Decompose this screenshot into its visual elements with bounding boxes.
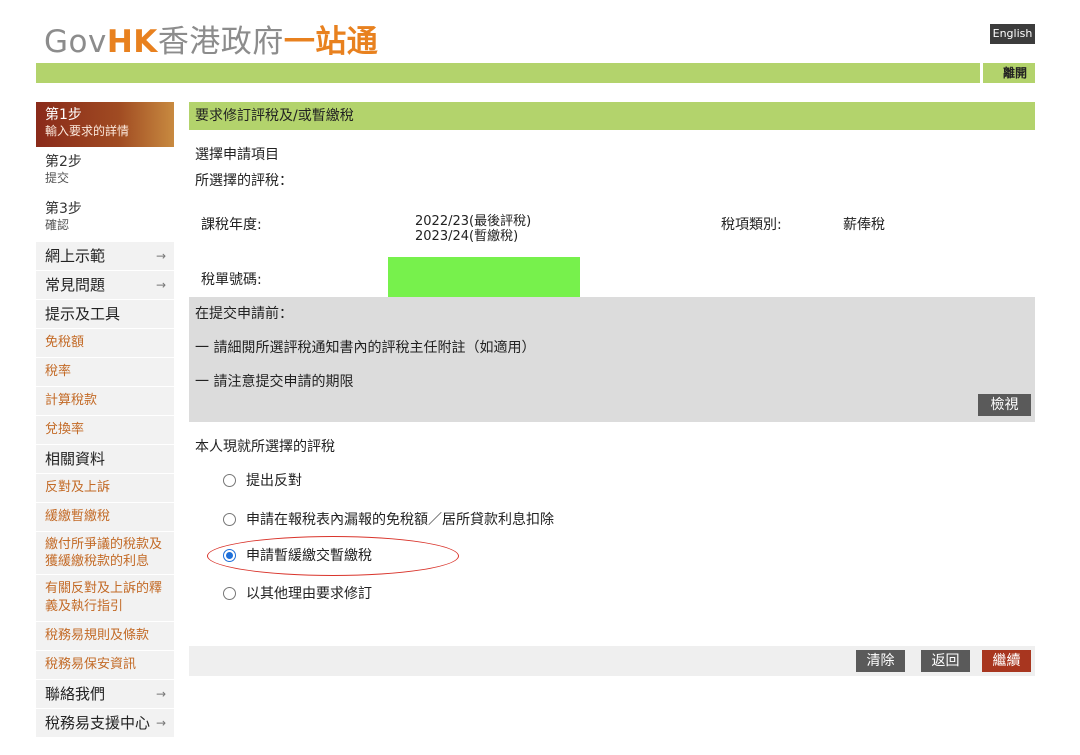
govhk-logo[interactable]: GovHK香港政府一站通: [44, 16, 378, 61]
sidebar-link-calc-tax[interactable]: 計算稅款: [36, 386, 174, 415]
notice-item: 一 請注意提交申請的期限: [195, 374, 354, 390]
top-bar: [36, 63, 980, 83]
choose-label: 本人現就所選擇的評稅: [195, 439, 335, 455]
sidebar-item-label: 常見問題: [45, 276, 106, 294]
tax-no-redacted: [388, 257, 580, 297]
expand-arrow-icon: →: [155, 249, 166, 263]
step-2: 第2步 提交: [36, 147, 174, 194]
option-allowance-omitted[interactable]: 申請在報稅表內漏報的免稅額／居所貸款利息扣除: [223, 511, 554, 529]
sidebar-link-security[interactable]: 稅務易保安資訊: [36, 650, 174, 679]
logo-cn-accent: 一站通: [283, 24, 379, 60]
logo-hk: HK: [106, 24, 158, 60]
radio-button[interactable]: [223, 474, 236, 487]
sidebar-item-online-demo[interactable]: 網上示範 →: [36, 241, 174, 270]
view-button[interactable]: 檢視: [978, 394, 1031, 416]
logo-cn: 香港政府: [157, 24, 284, 60]
step-3: 第3步 確認: [36, 194, 174, 241]
sidebar-item-faq[interactable]: 常見問題 →: [36, 270, 174, 299]
tax-type-value: 薪俸稅: [843, 217, 885, 233]
tax-no-label: 稅單號碼:: [201, 272, 262, 288]
option-object[interactable]: 提出反對: [223, 472, 302, 490]
year-value-provisional: 2023/24(暫繳稅): [415, 229, 519, 244]
sidebar-heading-tips-tools: 提示及工具: [36, 299, 174, 328]
radio-button[interactable]: [223, 587, 236, 600]
select-item-heading: 選擇申請項目: [195, 147, 279, 163]
sidebar-link-objections[interactable]: 反對及上訴: [36, 473, 174, 502]
step-3-title: 第3步: [45, 201, 82, 217]
radio-button[interactable]: [223, 513, 236, 526]
notice-box: 在提交申請前： 一 請細閱所選評稅通知書內的評稅主任附註（如適用） 一 請注意提…: [189, 297, 1035, 422]
exit-button[interactable]: 離開: [983, 63, 1035, 83]
expand-arrow-icon: →: [155, 716, 166, 730]
sidebar-link-tax-rates[interactable]: 稅率: [36, 357, 174, 386]
sidebar-item-label: 網上示範: [45, 247, 106, 265]
sidebar-heading-related-info: 相關資料: [36, 444, 174, 473]
option-label: 以其他理由要求修訂: [246, 586, 372, 602]
notice-title: 在提交申請前：: [195, 306, 293, 322]
page-title: 要求修訂評稅及/或暫繳稅: [189, 102, 1035, 130]
sidebar: 第1步 輸入要求的詳情 第2步 提交 第3步 確認 網上示範 → 常見問題 → …: [36, 102, 174, 737]
sidebar-link-exchange-rate[interactable]: 兌換率: [36, 415, 174, 444]
highlight-ring: [207, 536, 459, 576]
option-label: 提出反對: [246, 473, 302, 489]
main-content: 要求修訂評稅及/或暫繳稅 選擇申請項目 所選擇的評稅： 課稅年度: 2022/2…: [189, 102, 1035, 676]
year-label: 課稅年度:: [201, 217, 262, 233]
step-1-desc: 輸入要求的詳情: [45, 124, 130, 138]
expand-arrow-icon: →: [155, 278, 166, 292]
english-button[interactable]: English: [990, 24, 1035, 44]
continue-button[interactable]: 繼續: [982, 650, 1031, 672]
sidebar-link-terms[interactable]: 稅務易規則及條款: [36, 621, 174, 650]
selected-assessment-heading: 所選擇的評稅：: [195, 173, 293, 189]
action-bar: 清除 返回 繼續: [189, 646, 1035, 676]
step-3-desc: 確認: [45, 218, 70, 232]
logo-gov: Gov: [44, 24, 107, 60]
expand-arrow-icon: →: [155, 687, 166, 701]
tax-type-label: 稅項類別:: [721, 217, 782, 233]
option-other-reason[interactable]: 以其他理由要求修訂: [223, 585, 372, 603]
year-value-final: 2022/23(最後評稅): [415, 214, 532, 229]
clear-button[interactable]: 清除: [856, 650, 905, 672]
step-2-title: 第2步: [45, 154, 82, 170]
sidebar-link-allowances[interactable]: 免稅額: [36, 328, 174, 357]
sidebar-link-pay-disputed[interactable]: 繳付所爭議的稅款及獲緩繳稅款的利息: [36, 531, 174, 574]
back-button[interactable]: 返回: [921, 650, 970, 672]
option-label: 申請在報稅表內漏報的免稅額／居所貸款利息扣除: [246, 512, 554, 528]
notice-item: 一 請細閱所選評稅通知書內的評稅主任附註（如適用）: [195, 340, 536, 356]
sidebar-link-holdover[interactable]: 緩繳暫繳稅: [36, 502, 174, 531]
sidebar-item-support[interactable]: 稅務易支援中心 →: [36, 708, 174, 737]
step-2-desc: 提交: [45, 171, 70, 185]
sidebar-item-contact[interactable]: 聯絡我們 →: [36, 679, 174, 708]
step-1-title: 第1步: [45, 107, 82, 123]
sidebar-link-guide[interactable]: 有關反對及上訴的釋義及執行指引: [36, 574, 174, 621]
sidebar-item-label: 聯絡我們: [45, 685, 106, 703]
header: GovHK香港政府一站通 English: [0, 0, 1080, 60]
step-1-active: 第1步 輸入要求的詳情: [36, 102, 174, 147]
year-value: 2022/23(最後評稅) 2023/24(暫繳稅): [415, 214, 531, 244]
sidebar-item-label: 稅務易支援中心: [45, 714, 151, 732]
